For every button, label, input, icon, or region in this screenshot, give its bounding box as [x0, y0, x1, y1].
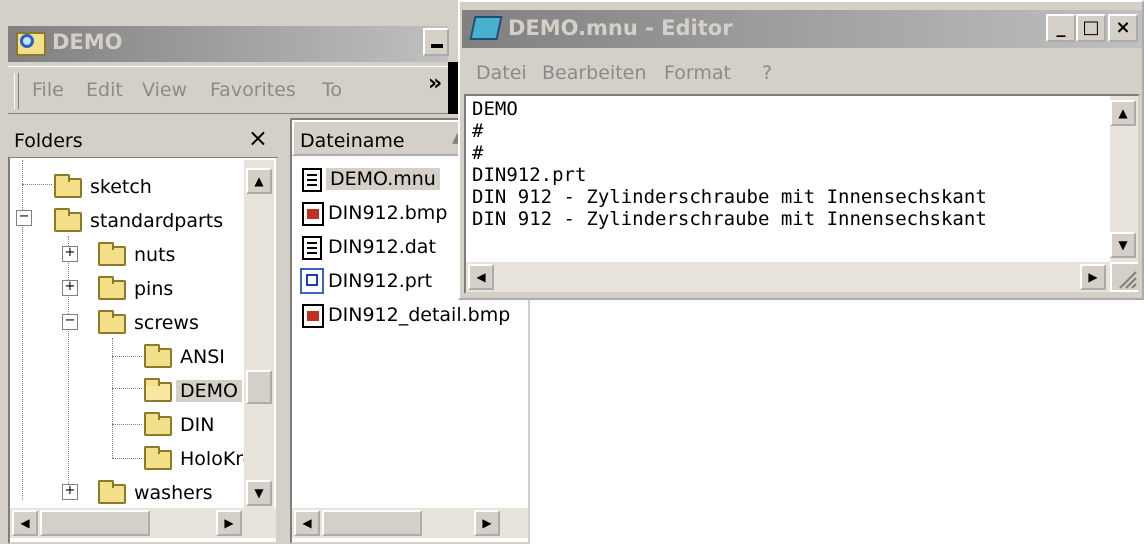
scrollbar-thumb[interactable] [40, 510, 150, 536]
tree-item-label: standardparts [90, 210, 224, 232]
scrollbar-thumb[interactable] [322, 510, 422, 536]
scroll-left-arrow-icon[interactable]: ◀ [468, 264, 494, 290]
folders-close-button[interactable]: × [248, 124, 268, 152]
folders-vertical-scrollbar[interactable] [244, 160, 274, 508]
folder-icon [144, 446, 172, 470]
tree-item-label: nuts [134, 244, 176, 266]
editor-close-button[interactable]: × [1108, 14, 1138, 42]
editor-line: DEMO [472, 98, 518, 120]
expand-expander[interactable]: + [62, 246, 78, 262]
text-document-icon [302, 168, 322, 192]
explorer-title: DEMO [52, 30, 123, 54]
folder-icon [54, 174, 82, 198]
menu-view[interactable]: View [142, 79, 187, 101]
tree-item-label: DEMO [176, 380, 242, 402]
file-name: DIN912.bmp [328, 202, 448, 224]
scroll-up-arrow-icon[interactable]: ▲ [1110, 100, 1136, 126]
notepad-icon [469, 16, 503, 40]
bitmap-icon [302, 202, 324, 226]
column-header-label: Dateiname [300, 130, 405, 152]
tree-item-label: ANSI [180, 346, 225, 368]
editor-line: DIN912.prt [472, 164, 587, 186]
tree-item-label: pins [134, 278, 174, 300]
scrollbar-thumb[interactable] [246, 370, 272, 404]
menu-datei[interactable]: Datei [476, 62, 527, 84]
scroll-left-arrow-icon[interactable]: ◀ [12, 510, 38, 536]
scroll-up-arrow-icon[interactable]: ▲ [246, 168, 272, 194]
explorer-title-bar[interactable]: DEMO [8, 26, 448, 62]
explorer-minimize-button[interactable] [423, 28, 449, 56]
editor-maximize-button[interactable]: □ [1076, 14, 1106, 42]
editor-line: DIN 912 - Zylinderschraube mit Innensech… [472, 208, 987, 230]
bitmap-icon [302, 304, 324, 328]
scroll-down-arrow-icon[interactable]: ▼ [246, 480, 272, 506]
tree-line [22, 184, 52, 185]
folder-icon [54, 208, 82, 232]
folder-icon [98, 480, 126, 504]
tree-line [112, 388, 142, 389]
explorer-menu-bar: File Edit View Favorites To » [8, 66, 448, 114]
minimize-icon [431, 44, 443, 48]
file-name: DIN912.dat [328, 236, 436, 258]
scroll-right-arrow-icon[interactable]: ▶ [474, 510, 500, 536]
resize-grip-lines [1119, 271, 1137, 289]
open-folder-icon [144, 378, 172, 402]
menu-format[interactable]: Format [664, 62, 731, 84]
editor-title: DEMO.mnu - Editor [508, 16, 733, 40]
folders-header: Folders × [8, 118, 278, 158]
folder-icon [144, 412, 172, 436]
tree-item-label: washers [134, 482, 213, 504]
expand-expander[interactable]: + [62, 484, 78, 500]
tree-line [112, 458, 142, 459]
menubar-grip[interactable] [14, 73, 19, 109]
menu-bearbeiten[interactable]: Bearbeiten [542, 62, 646, 84]
file-name: DIN912.prt [328, 270, 433, 292]
resize-grip-icon[interactable] [1112, 264, 1138, 290]
editor-minimize-button[interactable]: _ [1046, 14, 1076, 42]
tree-line [112, 356, 142, 357]
magnifier-icon [20, 34, 34, 48]
collapse-expander[interactable]: − [62, 314, 78, 330]
scroll-left-arrow-icon[interactable]: ◀ [294, 510, 320, 536]
folder-icon [98, 276, 126, 300]
menu-overflow-chevron[interactable]: » [428, 71, 442, 96]
editor-horizontal-scrollbar[interactable] [466, 262, 1110, 292]
tree-line [68, 236, 69, 496]
part-file-icon [300, 268, 324, 294]
editor-line: # [472, 142, 484, 164]
scroll-right-arrow-icon[interactable]: ▶ [1080, 264, 1106, 290]
folder-icon [144, 344, 172, 368]
expand-expander[interactable]: + [62, 280, 78, 296]
scroll-right-arrow-icon[interactable]: ▶ [216, 510, 242, 536]
editor-title-bar[interactable]: DEMO.mnu - Editor _ □ × [462, 10, 1142, 48]
editor-line: # [472, 120, 484, 142]
tree-line [112, 424, 142, 425]
folder-icon [98, 310, 126, 334]
file-name: DEMO.mnu [326, 168, 440, 190]
folder-icon [98, 242, 126, 266]
menu-favorites[interactable]: Favorites [210, 79, 296, 101]
menu-edit[interactable]: Edit [86, 79, 123, 101]
collapse-expander[interactable]: − [16, 210, 32, 226]
tree-item-label: DIN [180, 414, 215, 436]
scroll-down-arrow-icon[interactable]: ▼ [1110, 232, 1136, 258]
tree-item-label: screws [134, 312, 199, 334]
file-name: DIN912_detail.bmp [328, 304, 511, 326]
text-document-icon [302, 236, 322, 260]
menu-help[interactable]: ? [762, 62, 772, 84]
editor-line: DIN 912 - Zylinderschraube mit Innensech… [472, 186, 987, 208]
menu-file[interactable]: File [32, 79, 64, 101]
tree-item-label: sketch [90, 176, 152, 198]
editor-menu-bar: Datei Bearbeiten Format ? [462, 54, 1142, 92]
menu-tools[interactable]: To [322, 79, 342, 101]
folders-title: Folders [14, 130, 83, 152]
